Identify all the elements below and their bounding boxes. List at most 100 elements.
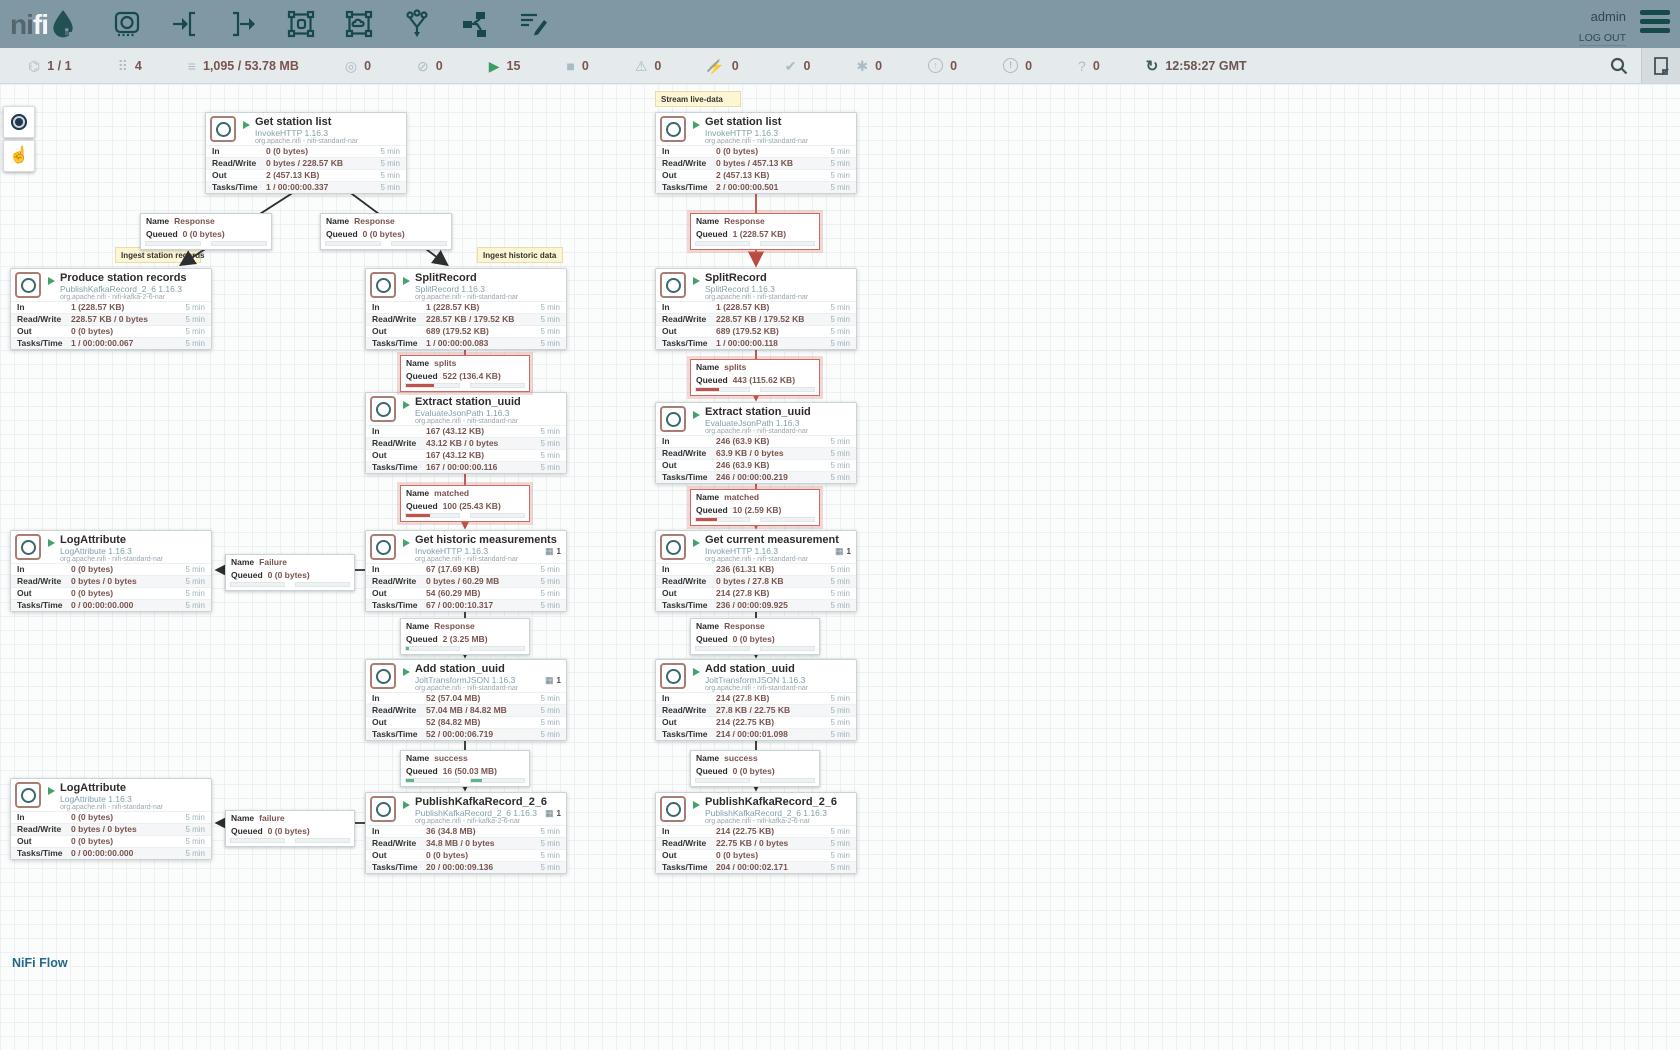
connection-queue-label[interactable]: NameResponse Queued2 (3.25 MB) bbox=[400, 618, 530, 655]
processor[interactable]: LogAttribute LogAttribute 1.16.3 org.apa… bbox=[10, 778, 212, 860]
connection-queue-label[interactable]: NameResponse Queued0 (0 bytes) bbox=[320, 213, 452, 250]
stat-row-in: In214 (27.8 KB)5 min bbox=[656, 692, 856, 704]
transmitting-icon: ◎ bbox=[345, 59, 357, 73]
processor-bundle: org.apache.nifi - nifi-standard-nar bbox=[705, 556, 852, 563]
component-toolbar bbox=[110, 6, 550, 42]
template-icon[interactable] bbox=[458, 6, 492, 42]
processor[interactable]: Get current measurement InvokeHTTP 1.16.… bbox=[655, 530, 857, 612]
status-item: ◎0 bbox=[345, 59, 371, 73]
global-menu-icon[interactable] bbox=[1640, 4, 1670, 37]
backpressure-bars bbox=[401, 776, 529, 786]
connection-queue-label[interactable]: Namematched Queued100 (25.43 KB) bbox=[400, 485, 530, 522]
funnel-icon[interactable] bbox=[400, 6, 434, 42]
running-status-icon bbox=[403, 277, 410, 285]
processor[interactable]: SplitRecord SplitRecord 1.16.3 org.apach… bbox=[365, 268, 567, 350]
last-refresh-time: 12:58:27 GMT bbox=[1165, 59, 1246, 73]
connection-queue-label[interactable]: NameResponse Queued1 (228.57 KB) bbox=[690, 213, 820, 250]
birdseye-toggle-button[interactable] bbox=[1641, 48, 1680, 83]
stat-row-in: In0 (0 bytes)5 min bbox=[11, 811, 211, 823]
processor-type-icon bbox=[15, 782, 41, 808]
active-threads-badge: ▦1 bbox=[545, 675, 561, 686]
remote-process-group-icon[interactable] bbox=[342, 6, 376, 42]
not-transmitting-icon: ⊘ bbox=[417, 59, 429, 73]
navigate-palette[interactable] bbox=[3, 106, 35, 138]
processor-type-icon bbox=[370, 272, 396, 298]
logout-link[interactable]: LOG OUT bbox=[1579, 31, 1626, 46]
stat-row-read-write: Read/Write0 bytes / 27.8 KB5 min bbox=[656, 575, 856, 587]
processor-name: Get station list bbox=[255, 117, 402, 129]
nifi-drop-icon bbox=[50, 9, 76, 39]
outline-icon bbox=[1653, 57, 1669, 75]
backpressure-object-bar bbox=[405, 646, 460, 651]
status-count: 0 bbox=[654, 59, 661, 73]
processor[interactable]: Produce station records PublishKafkaReco… bbox=[10, 268, 212, 350]
running-status-icon bbox=[693, 277, 700, 285]
connection-queue-label[interactable]: NameFailure Queued0 (0 bytes) bbox=[225, 554, 355, 591]
search-button[interactable] bbox=[1597, 48, 1641, 83]
output-port-icon[interactable] bbox=[226, 6, 260, 42]
stat-row-read-write: Read/Write228.57 KB / 0 bytes5 min bbox=[11, 313, 211, 325]
stat-row-tasks-time: Tasks/Time52 / 00:00:06.7195 min bbox=[366, 728, 566, 740]
backpressure-bars bbox=[691, 644, 819, 654]
connection-queue-label[interactable]: Namesplits Queued443 (115.62 KB) bbox=[690, 359, 820, 396]
processor[interactable]: LogAttribute LogAttribute 1.16.3 org.apa… bbox=[10, 530, 212, 612]
stat-row-tasks-time: Tasks/Time204 / 00:00:02.1715 min bbox=[656, 861, 856, 873]
processor-type: LogAttribute 1.16.3 bbox=[60, 547, 207, 556]
processor[interactable]: Get historic measurements InvokeHTTP 1.1… bbox=[365, 530, 567, 612]
processor[interactable]: PublishKafkaRecord_2_6 PublishKafkaRecor… bbox=[655, 792, 857, 874]
input-port-icon[interactable] bbox=[168, 6, 202, 42]
processor[interactable]: Get station list InvokeHTTP 1.16.3 org.a… bbox=[655, 112, 857, 194]
backpressure-size-bar bbox=[760, 778, 815, 783]
active-threads-badge: ▦1 bbox=[545, 546, 561, 557]
operate-palette[interactable]: ☝ bbox=[3, 140, 35, 172]
processor[interactable]: Get station list InvokeHTTP 1.16.3 org.a… bbox=[205, 112, 407, 194]
stat-row-in: In52 (57.04 MB)5 min bbox=[366, 692, 566, 704]
connection-queue-label[interactable]: Namesuccess Queued0 (0 bytes) bbox=[690, 750, 820, 787]
processor-name: Get station list bbox=[705, 117, 852, 129]
processor-type: LogAttribute 1.16.3 bbox=[60, 795, 207, 804]
stat-row-read-write: Read/Write0 bytes / 60.29 MB5 min bbox=[366, 575, 566, 587]
processor-bundle: org.apache.nifi - nifi-standard-nar bbox=[705, 685, 852, 692]
processor-stats: In1 (228.57 KB)5 min Read/Write228.57 KB… bbox=[11, 301, 211, 349]
connection-queue-label[interactable]: Namesuccess Queued16 (50.03 MB) bbox=[400, 750, 530, 787]
stat-row-in: In236 (61.31 KB)5 min bbox=[656, 563, 856, 575]
refresh-icon[interactable]: ↻ bbox=[1146, 57, 1159, 75]
processor-type-icon bbox=[660, 534, 686, 560]
connection-queue-label[interactable]: NameResponse Queued0 (0 bytes) bbox=[690, 618, 820, 655]
processor[interactable]: Extract station_uuid EvaluateJsonPath 1.… bbox=[655, 402, 857, 484]
sync-failure-icon: ? bbox=[1078, 59, 1086, 73]
status-item: ✔0 bbox=[785, 59, 811, 73]
running-status-icon bbox=[48, 787, 55, 795]
processor-icon[interactable] bbox=[110, 6, 144, 42]
connection-queue-label[interactable]: Namesplits Queued522 (136.4 KB) bbox=[400, 355, 530, 392]
connection-queue-label[interactable]: Namefailure Queued0 (0 bytes) bbox=[225, 810, 355, 847]
process-group-icon[interactable] bbox=[284, 6, 318, 42]
processor[interactable]: Add station_uuid JoltTransformJSON 1.16.… bbox=[655, 659, 857, 741]
connection-queue-label[interactable]: Namematched Queued10 (2.59 KB) bbox=[690, 489, 820, 526]
label-icon[interactable] bbox=[516, 6, 550, 42]
processor[interactable]: Add station_uuid JoltTransformJSON 1.16.… bbox=[365, 659, 567, 741]
processor[interactable]: SplitRecord SplitRecord 1.16.3 org.apach… bbox=[655, 268, 857, 350]
stat-row-out: Out689 (179.52 KB)5 min bbox=[656, 325, 856, 337]
connection-queue-label[interactable]: NameResponse Queued0 (0 bytes) bbox=[140, 213, 272, 250]
flow-canvas[interactable]: Stream live-dataIngest station recordsIn… bbox=[0, 84, 1680, 1050]
stat-row-read-write: Read/Write0 bytes / 0 bytes5 min bbox=[11, 575, 211, 587]
processor-name: Add station_uuid bbox=[705, 664, 852, 676]
active-threads-badge: ▦1 bbox=[545, 808, 561, 819]
status-count: 0 bbox=[436, 59, 443, 73]
breadcrumb[interactable]: NiFi Flow bbox=[12, 956, 68, 970]
stat-row-read-write: Read/Write22.75 KB / 0 bytes5 min bbox=[656, 837, 856, 849]
stat-row-in: In36 (34.8 MB)5 min bbox=[366, 825, 566, 837]
backpressure-bars bbox=[691, 239, 819, 249]
processor[interactable]: Extract station_uuid EvaluateJsonPath 1.… bbox=[365, 392, 567, 474]
stale-icon: ↑ bbox=[928, 58, 943, 73]
status-count: 15 bbox=[507, 59, 521, 73]
stat-row-out: Out689 (179.52 KB)5 min bbox=[366, 325, 566, 337]
backpressure-object-bar bbox=[405, 778, 460, 783]
stat-row-in: In0 (0 bytes)5 min bbox=[656, 145, 856, 157]
status-count: 0 bbox=[1025, 59, 1032, 73]
hand-pointer-icon: ☝ bbox=[9, 148, 29, 164]
stat-row-in: In0 (0 bytes)5 min bbox=[11, 563, 211, 575]
processor[interactable]: PublishKafkaRecord_2_6 PublishKafkaRecor… bbox=[365, 792, 567, 874]
status-count: 0 bbox=[950, 59, 957, 73]
